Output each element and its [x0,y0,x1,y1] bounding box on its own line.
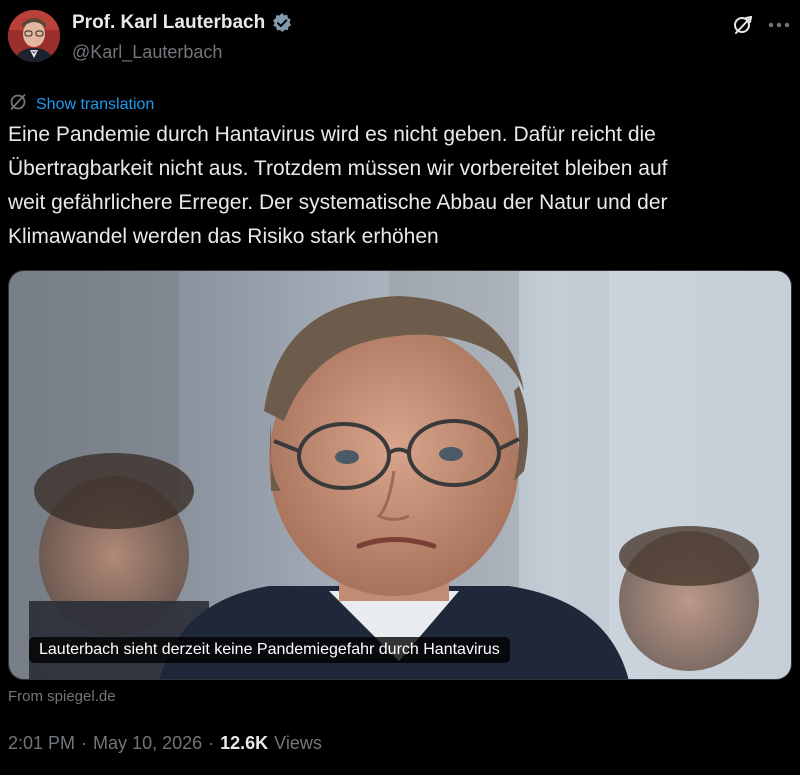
author-name-row: Prof. Karl Lauterbach [72,12,293,34]
views-label: Views [274,733,322,753]
verified-badge-icon[interactable] [271,12,293,34]
grok-icon[interactable] [728,10,758,40]
tweet: Prof. Karl Lauterbach @Karl_Lauterbach S… [0,0,800,775]
tweet-text-line: Übertragbarkeit nicht aus. Trotzdem müss… [8,157,668,180]
more-icon[interactable] [764,10,794,40]
link-card-image[interactable]: Lauterbach sieht derzeit keine Pandemieg… [8,270,792,680]
tweet-time[interactable]: 2:01 PM [8,733,75,754]
tweet-text-line: weit gefährlichere Erreger. Der systemat… [8,191,668,214]
tweet-date[interactable]: May 10, 2026 [93,733,202,754]
tweet-meta: 2:01 PM · May 10, 2026 · 12.6K Views [8,733,322,754]
tweet-text-line: Eine Pandemie durch Hantavirus wird es n… [8,123,656,146]
tweet-text-line: Klimawandel werden das Risiko stark erhö… [8,225,439,248]
show-translation-label: Show translation [36,95,155,113]
views-count[interactable]: 12.6K [220,733,268,754]
author-name[interactable]: Prof. Karl Lauterbach [72,12,265,34]
tweet-text: Eine Pandemie durch Hantavirus wird es n… [8,118,788,254]
meta-separator: · [208,733,215,753]
avatar[interactable] [8,10,60,62]
translate-icon [8,92,28,117]
author-handle[interactable]: @Karl_Lauterbach [72,42,222,63]
card-caption: Lauterbach sieht derzeit keine Pandemieg… [29,637,510,663]
card-source-link[interactable]: From spiegel.de [8,688,116,705]
show-translation-link[interactable]: Show translation [8,92,154,117]
meta-separator: · [81,733,88,753]
